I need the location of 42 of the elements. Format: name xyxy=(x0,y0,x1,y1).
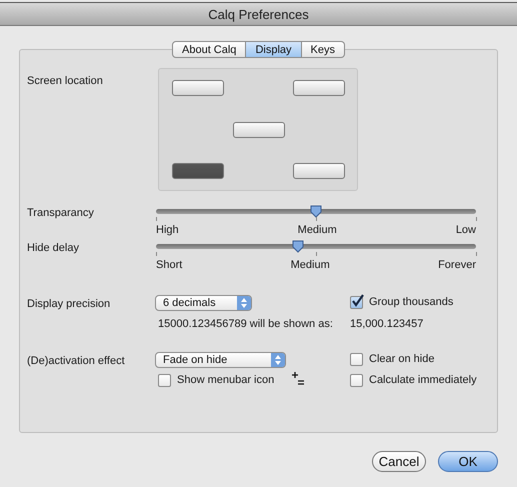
tick-label: Forever xyxy=(438,259,476,271)
checkbox-box[interactable] xyxy=(158,374,171,386)
field-label: Transparancy xyxy=(27,206,95,220)
tick-label: Short xyxy=(156,259,182,271)
checkbox-label: Clear on hide xyxy=(369,352,434,366)
tab[interactable]: About Calq xyxy=(172,41,246,58)
tab[interactable]: Keys xyxy=(302,41,345,58)
tick-label: Medium xyxy=(298,224,337,236)
slider-thumb[interactable] xyxy=(292,240,304,253)
example-value: 15,000.123457 xyxy=(350,317,424,331)
checkbox-box[interactable] xyxy=(350,352,363,366)
tab[interactable]: Display xyxy=(246,41,302,58)
location-button[interactable] xyxy=(232,122,284,138)
field-label: (De)activation effect xyxy=(27,354,126,368)
location-button[interactable] xyxy=(172,80,224,96)
stepper-icon xyxy=(237,296,251,310)
slider-thumb[interactable] xyxy=(310,205,322,218)
checkbox-label: Show menubar icon xyxy=(177,373,274,387)
checkbox[interactable]: Show menubar icon xyxy=(158,373,274,387)
checkbox[interactable]: Clear on hide xyxy=(350,352,497,366)
checkbox-box[interactable] xyxy=(350,296,363,308)
checkbox-box[interactable] xyxy=(350,374,363,386)
field-label: Display precision xyxy=(27,297,112,311)
effect-popup[interactable]: Fade on hide xyxy=(155,352,286,368)
precision-popup[interactable]: 6 decimals xyxy=(155,295,252,311)
ok-button[interactable]: OK xyxy=(438,451,498,472)
checkbox-label: Calculate immediately xyxy=(369,373,477,387)
checkbox[interactable]: Group thousands xyxy=(350,295,497,309)
checkbox[interactable]: Calculate immediately xyxy=(350,373,497,387)
example-label: 15000.123456789 will be shown as: xyxy=(158,317,334,331)
location-button[interactable] xyxy=(293,80,345,96)
checkbox-label: Group thousands xyxy=(369,295,454,309)
location-button[interactable] xyxy=(293,163,345,179)
cancel-button[interactable]: Cancel xyxy=(372,451,426,472)
stepper-icon xyxy=(271,353,285,367)
tick-label: High xyxy=(156,224,179,236)
window-title: Calq Preferences xyxy=(208,6,309,22)
tick-label: Low xyxy=(456,224,476,236)
field-label: Hide delay xyxy=(27,241,80,255)
plus-equals-icon xyxy=(292,372,304,385)
tick-label: Medium xyxy=(290,259,330,271)
field-label: Screen location xyxy=(27,74,104,88)
